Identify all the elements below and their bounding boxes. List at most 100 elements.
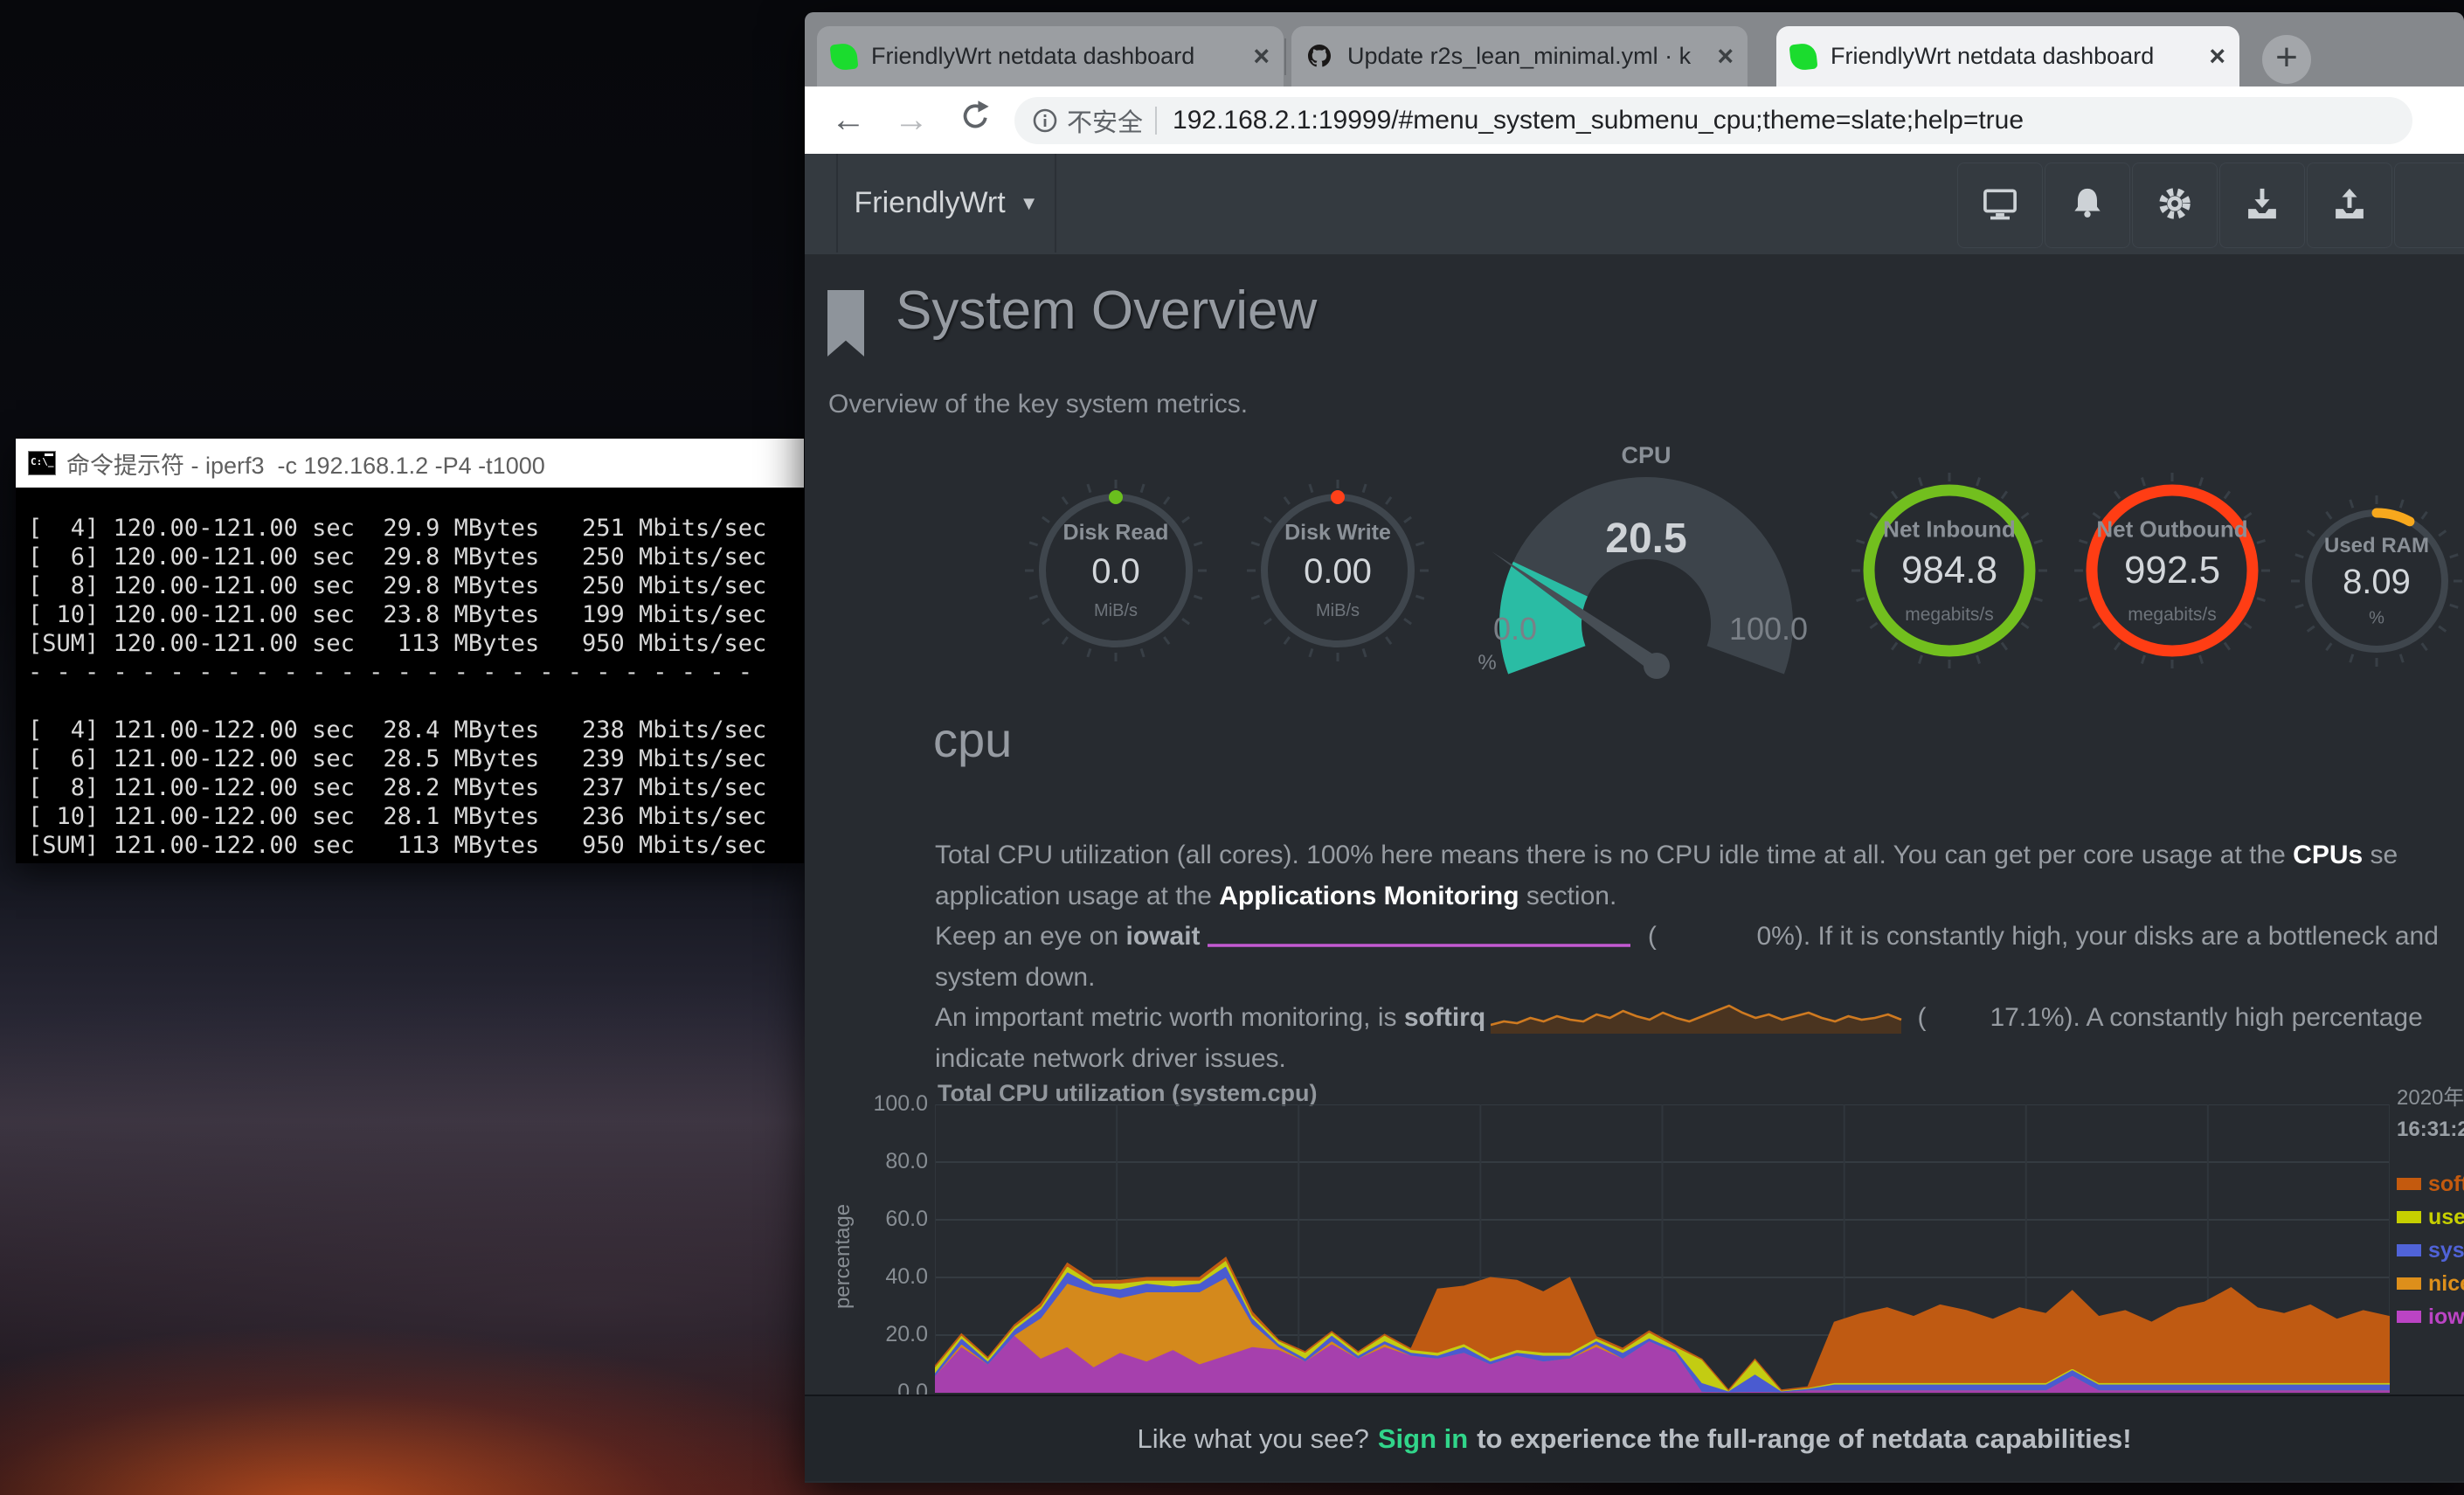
legend-label: system bbox=[2428, 1238, 2464, 1263]
cpu-chart[interactable] bbox=[935, 1104, 2390, 1393]
url-text[interactable]: 192.168.2.1:19999/#menu_system_submenu_c… bbox=[1173, 106, 2024, 135]
legend-item-system[interactable]: system bbox=[2397, 1240, 2464, 1261]
gear-button[interactable] bbox=[2132, 163, 2218, 248]
svg-text:MiB/s: MiB/s bbox=[1316, 601, 1360, 620]
cmd-icon bbox=[28, 451, 56, 475]
legend-item-softirq[interactable]: softirq bbox=[2397, 1173, 2464, 1194]
back-icon[interactable]: ← bbox=[829, 100, 868, 140]
brand-label: FriendlyWrt bbox=[855, 186, 1006, 220]
new-tab-button[interactable]: + bbox=[2262, 35, 2311, 84]
upload-button[interactable] bbox=[2307, 163, 2392, 248]
paragraph-text: system down. bbox=[935, 963, 1095, 992]
navbar-separator bbox=[1055, 154, 1056, 253]
download-icon bbox=[2243, 184, 2281, 227]
svg-text:Disk Read: Disk Read bbox=[1063, 521, 1169, 545]
browser-tab[interactable]: FriendlyWrt netdata dashboard× bbox=[817, 26, 1284, 87]
signin-pre: Like what you see? bbox=[1137, 1423, 1368, 1455]
chart-title: Total CPU utilization (system.cpu) bbox=[938, 1080, 1318, 1107]
paragraph-text: 17.1% bbox=[1927, 998, 2065, 1039]
reload-icon[interactable] bbox=[955, 99, 993, 142]
y-tick-label: 20.0 bbox=[827, 1322, 928, 1347]
svg-text:992.5: 992.5 bbox=[2124, 549, 2220, 592]
svg-text:0.0: 0.0 bbox=[1091, 552, 1140, 591]
legend-item-iowait[interactable]: iowait bbox=[2397, 1306, 2464, 1327]
chart-time: 16:31:2 bbox=[2397, 1118, 2464, 1142]
paragraph-line: application usage at the Applications Mo… bbox=[935, 876, 2439, 917]
terminal-titlebar[interactable]: 命令提示符 - iperf3 -c 192.168.1.2 -P4 -t1000 bbox=[16, 439, 804, 488]
close-icon[interactable]: × bbox=[1253, 40, 1270, 73]
legend-swatch bbox=[2397, 1244, 2421, 1256]
paragraph-text: ). If it is constantly high, your disks … bbox=[1795, 922, 2439, 951]
address-bar[interactable]: 不安全 192.168.2.1:19999/#menu_system_subme… bbox=[1014, 97, 2412, 144]
svg-text:8.09: 8.09 bbox=[2343, 563, 2411, 601]
chart-legend: 2020年3 16:31:2 softirq user system nice iowa… bbox=[2397, 1080, 2464, 1327]
monitor-button[interactable] bbox=[1957, 163, 2043, 248]
svg-text:Net Inbound: Net Inbound bbox=[1883, 516, 2016, 542]
svg-text:0.00: 0.00 bbox=[1304, 552, 1372, 591]
svg-text:megabits/s: megabits/s bbox=[1905, 605, 1994, 625]
partial-button[interactable] bbox=[2394, 163, 2464, 248]
section-link[interactable]: Applications Monitoring bbox=[1219, 882, 1519, 910]
legend-label: iowait bbox=[2428, 1305, 2464, 1330]
paragraph-text: An important metric worth monitoring, is bbox=[935, 1003, 1404, 1032]
bell-button[interactable] bbox=[2045, 163, 2130, 248]
svg-text:20.5: 20.5 bbox=[1605, 516, 1686, 562]
close-icon[interactable]: × bbox=[2209, 40, 2225, 73]
dashboard-navbar: FriendlyWrt ▼ bbox=[805, 154, 2464, 256]
paragraph-line: Total CPU utilization (all cores). 100% … bbox=[935, 835, 2439, 876]
download-button[interactable] bbox=[2219, 163, 2305, 248]
paragraph-text: section. bbox=[1519, 882, 1617, 910]
security-label[interactable]: 不安全 bbox=[1067, 102, 1143, 139]
paragraph-text: Total CPU utilization (all cores). 100% … bbox=[935, 841, 2293, 869]
browser-tab[interactable]: FriendlyWrt netdata dashboard × bbox=[1776, 26, 2239, 87]
terminal-title: 命令提示符 - iperf3 -c 192.168.1.2 -P4 -t1000 bbox=[66, 446, 545, 481]
y-tick-label: 80.0 bbox=[827, 1149, 928, 1174]
y-tick-label: 100.0 bbox=[827, 1091, 928, 1117]
chart-date: 2020年3 bbox=[2397, 1080, 2464, 1111]
reload-icon bbox=[957, 99, 992, 134]
softirq-sparkline bbox=[1491, 1001, 1905, 1036]
gear-icon bbox=[2156, 184, 2194, 227]
browser-tab[interactable]: Update r2s_lean_minimal.yml · k× bbox=[1291, 26, 1748, 87]
y-tick-label: 40.0 bbox=[827, 1264, 928, 1290]
close-icon[interactable]: × bbox=[1717, 40, 1734, 73]
tab-divider bbox=[1284, 38, 1286, 75]
legend-swatch bbox=[2397, 1277, 2421, 1290]
paragraph-line: An important metric worth monitoring, is… bbox=[935, 998, 2439, 1039]
svg-text:%: % bbox=[1478, 651, 1496, 675]
netdata-icon bbox=[830, 42, 859, 71]
paragraph-text: ( bbox=[1910, 1003, 1926, 1032]
paragraph-text: Keep an eye on bbox=[935, 922, 1126, 951]
legend-item-user[interactable]: user bbox=[2397, 1207, 2464, 1228]
cpu-description: Total CPU utilization (all cores). 100% … bbox=[935, 835, 2439, 1079]
paragraph-text: se bbox=[2363, 841, 2398, 869]
legend-item-nice[interactable]: nice bbox=[2397, 1273, 2464, 1294]
paragraph-line: system down. bbox=[935, 958, 2439, 999]
brand-dropdown[interactable]: FriendlyWrt ▼ bbox=[838, 154, 1055, 253]
tab-strip: FriendlyWrt netdata dashboard×Update r2s… bbox=[805, 12, 2464, 87]
upload-icon bbox=[2330, 184, 2369, 227]
omnibox-divider bbox=[1155, 107, 1157, 135]
bell-icon bbox=[2068, 184, 2107, 227]
legend-label: nice bbox=[2428, 1271, 2464, 1297]
page-title: System Overview bbox=[896, 280, 1317, 342]
section-heading-cpu: cpu bbox=[933, 711, 1012, 768]
legend-swatch bbox=[2397, 1211, 2421, 1223]
github-icon bbox=[1305, 43, 1333, 71]
page-subtitle: Overview of the key system metrics. bbox=[828, 390, 1248, 419]
svg-text:Disk Write: Disk Write bbox=[1284, 521, 1391, 545]
legend-label: softirq bbox=[2428, 1172, 2464, 1197]
iowait-sparkline bbox=[1206, 924, 1636, 951]
section-link[interactable]: CPUs bbox=[2293, 841, 2363, 869]
signin-link[interactable]: Sign in bbox=[1378, 1423, 1468, 1455]
tab-title: FriendlyWrt netdata dashboard bbox=[1831, 43, 2197, 70]
svg-text:CPU: CPU bbox=[1621, 442, 1671, 468]
signin-post: to experience the full-range of netdata … bbox=[1477, 1423, 2131, 1455]
info-icon[interactable] bbox=[1032, 107, 1058, 134]
terminal-window[interactable]: 命令提示符 - iperf3 -c 192.168.1.2 -P4 -t1000… bbox=[16, 439, 804, 863]
paragraph-text: ( bbox=[1641, 922, 1657, 951]
svg-text:100.0: 100.0 bbox=[1729, 611, 1808, 647]
legend-label: user bbox=[2428, 1205, 2464, 1230]
gauges-row[interactable]: Disk Read0.0MiB/sDisk Write0.00MiB/sNet … bbox=[805, 432, 2464, 737]
forward-icon[interactable]: → bbox=[892, 100, 931, 140]
